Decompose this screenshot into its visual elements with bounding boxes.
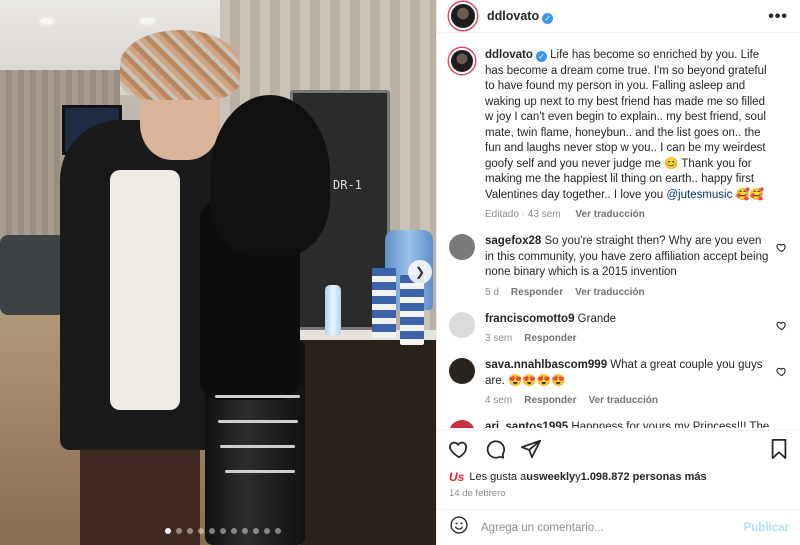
caption-username[interactable]: ddlovato — [485, 49, 533, 61]
road-case-label: DR-1 — [333, 178, 362, 192]
comment-time: 5 d — [485, 286, 499, 298]
commenter-avatar[interactable] — [449, 420, 475, 428]
bucket-hat — [120, 30, 240, 100]
comment-body: Grande — [577, 312, 617, 325]
skirt-chain — [215, 395, 300, 398]
commenter-username[interactable]: ari_santos1995 — [485, 421, 568, 428]
carousel-dot — [187, 528, 193, 534]
carousel-dot — [242, 528, 248, 534]
heart-icon[interactable] — [447, 437, 471, 461]
caption-body: Life has become so enriched by you. Life… — [485, 49, 767, 201]
reply-link[interactable]: Responder — [511, 287, 563, 298]
next-slide-button[interactable]: ❯ — [408, 260, 432, 284]
cup-stack — [400, 275, 424, 345]
bookmark-icon[interactable] — [767, 437, 791, 461]
verified-badge-icon: ✓ — [535, 51, 547, 62]
translate-link[interactable]: Ver traducción — [575, 287, 644, 298]
translate-link[interactable]: Ver traducción — [588, 395, 657, 406]
smiley-icon[interactable] — [449, 515, 469, 540]
post-date: 14 de febrero — [449, 488, 506, 499]
comment-item: franciscomotto9 Grande 3 sem Responder — [449, 311, 787, 344]
comments-list[interactable]: ddlovato ✓ Life has become so enriched by… — [437, 34, 800, 428]
comment-input[interactable] — [481, 521, 744, 534]
comment-text: sava.nnahlbascom999 What a great couple … — [485, 358, 787, 389]
likes-count[interactable]: 1.098.872 personas más — [581, 471, 707, 483]
carousel-dot — [264, 528, 270, 534]
carousel-dot — [165, 528, 171, 534]
commenter-avatar[interactable] — [449, 358, 475, 384]
caption-edited: Editado · 43 sem — [485, 209, 561, 220]
comment-icon[interactable] — [483, 437, 507, 461]
carousel-dot — [253, 528, 259, 534]
commenter-username[interactable]: sagefox28 — [485, 235, 541, 247]
comment-text: ari_santos1995 Happness for yours my Pri… — [485, 420, 787, 428]
comment-meta: 3 sem Responder — [485, 333, 632, 344]
chevron-right-icon: ❯ — [414, 265, 426, 279]
author-username[interactable]: ddlovato — [487, 9, 539, 23]
send-icon[interactable] — [519, 437, 543, 461]
comment-like-heart-icon[interactable] — [776, 242, 787, 256]
post-photo[interactable]: DR-1 ❯ — [0, 0, 436, 545]
usweekly-badge: Us — [449, 470, 465, 484]
commenter-avatar[interactable] — [449, 234, 475, 260]
post-header: ddlovato ✓ ••• — [437, 0, 800, 33]
carousel-dot — [275, 528, 281, 534]
comment-time: 3 sem — [485, 333, 513, 344]
carousel-dot — [231, 528, 237, 534]
caption: ddlovato ✓ Life has become so enriched by… — [449, 48, 787, 220]
action-bar — [437, 430, 800, 466]
caption-text: ddlovato ✓ Life has become so enriched by… — [485, 48, 787, 203]
comment-like-heart-icon[interactable] — [776, 320, 787, 334]
carousel-dot — [176, 528, 182, 534]
reply-link[interactable]: Responder — [524, 395, 576, 406]
carousel-dot — [198, 528, 204, 534]
caption-meta: Editado · 43 sem Ver traducción — [485, 209, 787, 220]
post-side-panel: ddlovato ✓ ••• ddlovato ✓ Life has become … — [436, 0, 800, 545]
liker-username[interactable]: usweekly — [526, 471, 575, 483]
commenter-username[interactable]: franciscomotto9 — [485, 313, 574, 325]
commenter-avatar[interactable] — [449, 311, 475, 338]
man-shirt — [110, 170, 180, 410]
mention-link[interactable]: @jutesmusic — [666, 189, 732, 201]
commenter-username[interactable]: sava.nnahlbascom999 — [485, 359, 607, 371]
comment-item: sagefox28 So you're straight then? Why a… — [449, 234, 787, 298]
water-bottle — [325, 285, 341, 335]
comment-meta: 5 d Responder Ver traducción — [485, 287, 787, 298]
carousel-dot — [220, 528, 226, 534]
comment-meta: 4 sem Responder Ver traducción — [485, 395, 787, 406]
woman-hair — [210, 95, 330, 255]
verified-badge-icon: ✓ — [542, 13, 554, 24]
chair — [0, 235, 65, 315]
carousel-dots — [165, 528, 281, 534]
skirt-chain — [220, 445, 295, 448]
comment-text: franciscomotto9 Grande — [485, 312, 632, 328]
comment-time: 4 sem — [485, 395, 513, 406]
comment-text: sagefox28 So you're straight then? Why a… — [485, 234, 787, 281]
carousel-dot — [209, 528, 215, 534]
comment-composer: Publicar — [437, 509, 800, 545]
cup-stack — [372, 268, 396, 338]
likes-summary[interactable]: Us Les gusta a usweekly y 1.098.872 pers… — [449, 470, 707, 484]
caption-avatar[interactable] — [449, 48, 475, 74]
comment-item: sava.nnahlbascom999 What a great couple … — [449, 358, 787, 406]
translate-link[interactable]: Ver traducción — [575, 209, 644, 220]
author-avatar[interactable] — [449, 2, 477, 30]
more-dots-icon[interactable]: ••• — [768, 8, 788, 26]
comment-like-heart-icon[interactable] — [776, 366, 787, 380]
counter — [300, 330, 436, 545]
post-button[interactable]: Publicar — [744, 522, 789, 534]
reply-link[interactable]: Responder — [524, 333, 576, 344]
skirt-chain — [218, 420, 298, 423]
likes-prefix: Les gusta a — [469, 471, 527, 483]
comment-item: ari_santos1995 Happness for yours my Pri… — [449, 420, 787, 428]
caption-emoji: 🥰🥰 — [732, 188, 765, 201]
skirt-chain — [225, 470, 295, 473]
